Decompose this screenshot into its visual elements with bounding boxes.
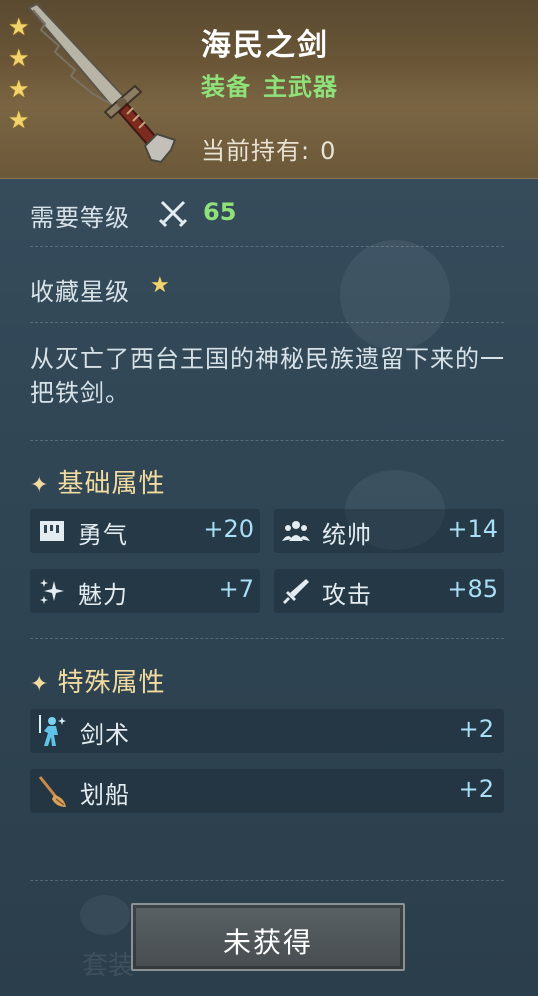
attribute-value: +85: [447, 575, 498, 603]
divider: [30, 440, 504, 441]
base-attributes-title-text: 基础属性: [57, 469, 166, 499]
item-description: 从灭亡了西台王国的神秘民族遗留下来的一把铁剑。: [30, 345, 505, 407]
special-attributes-title: ✦ 特殊属性: [30, 662, 165, 699]
item-slot: 主武器: [263, 73, 338, 101]
hold-count-row: 当前持有: 0: [201, 131, 336, 166]
background-deco: [340, 240, 450, 350]
hold-count: 0: [320, 137, 337, 165]
attribute-courage: 勇气 +20: [30, 509, 260, 553]
item-category: 装备: [201, 73, 251, 101]
courage-icon: [40, 521, 64, 541]
attribute-name: 勇气: [78, 521, 128, 549]
divider: [30, 638, 504, 639]
background-label: 套装: [82, 951, 135, 981]
skill-swordsmanship: 剑术 +2: [30, 709, 504, 753]
skill-name: 划船: [80, 781, 130, 809]
collect-label: 收藏星级: [30, 278, 130, 306]
hold-label: 当前持有:: [201, 137, 311, 165]
level-label: 需要等级: [30, 204, 130, 232]
special-attributes-title-text: 特殊属性: [57, 668, 166, 698]
not-obtained-button[interactable]: 未获得: [131, 903, 405, 971]
command-icon: [282, 521, 310, 541]
sparkle-icon: ✦: [30, 672, 50, 697]
skill-rowing: 划船 +2: [30, 769, 504, 813]
skill-value: +2: [458, 775, 494, 803]
crossed-swords-icon: [158, 200, 188, 228]
background-deco: [80, 895, 130, 935]
base-attributes-title: ✦ 基础属性: [30, 463, 165, 500]
attribute-name: 统帅: [322, 521, 372, 549]
attack-sword-icon: [283, 579, 309, 604]
divider: [30, 880, 504, 881]
item-name: 海民之剑: [201, 28, 329, 63]
level-value: 65: [203, 198, 237, 226]
item-header: ★ ★ ★ ★ 海民之剑 装备 主武器 当前持有: 0: [0, 0, 538, 179]
rowing-icon: [38, 776, 66, 807]
attribute-name: 攻击: [322, 581, 372, 609]
attribute-attack: 攻击 +85: [274, 569, 504, 613]
charm-icon: [40, 579, 64, 604]
item-detail-panel: 套装 ★ ★ ★ ★ 海民之剑 装备 主武器 当前持有: 0 需要等级 65 收…: [0, 0, 538, 996]
skill-name: 剑术: [80, 721, 130, 749]
skill-value: +2: [458, 715, 494, 743]
attribute-command: 统帅 +14: [274, 509, 504, 553]
attribute-value: +20: [203, 515, 254, 543]
attribute-value: +7: [218, 575, 254, 603]
sword-item-image: [27, 2, 177, 164]
divider: [30, 246, 504, 247]
item-type: 装备 主武器: [201, 67, 338, 102]
attribute-charm: 魅力 +7: [30, 569, 260, 613]
divider: [30, 322, 504, 323]
attribute-value: +14: [447, 515, 498, 543]
swordsmanship-icon: [39, 715, 66, 746]
attribute-name: 魅力: [78, 581, 128, 609]
star-icon: ★: [150, 273, 170, 298]
not-obtained-label: 未获得: [222, 926, 313, 959]
sparkle-icon: ✦: [30, 473, 50, 498]
